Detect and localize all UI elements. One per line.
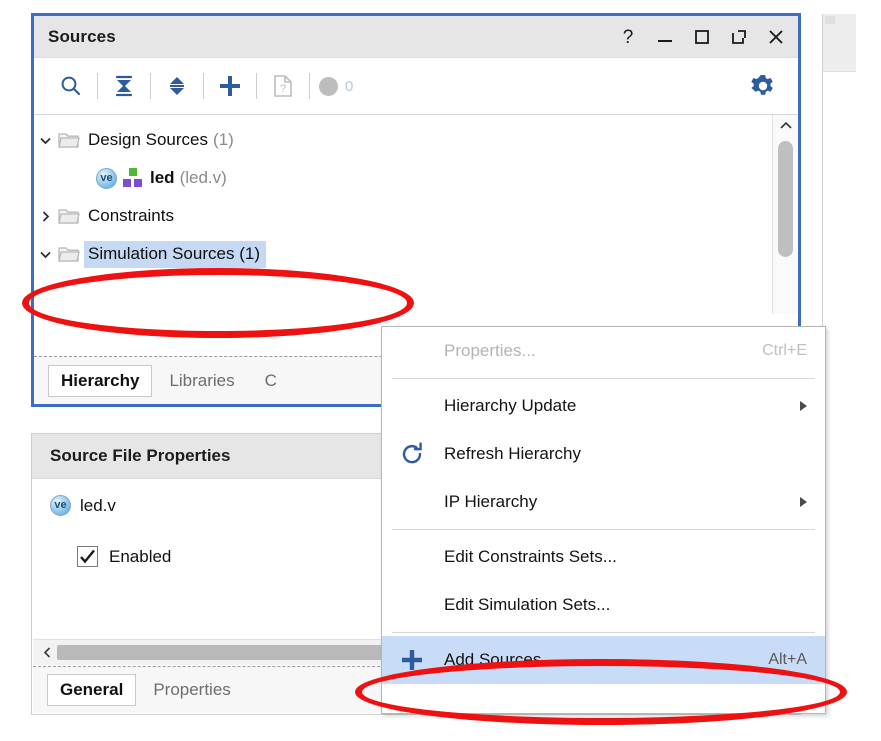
- menu-item-shortcut: Ctrl+E: [762, 342, 807, 360]
- menu-item-label: Hierarchy Update: [444, 396, 790, 416]
- menu-item-shortcut: Alt+A: [768, 651, 807, 669]
- menu-separator: [392, 378, 815, 379]
- tab-properties[interactable]: Properties: [140, 674, 243, 706]
- menu-separator: [392, 632, 815, 633]
- toolbar-separator: [256, 73, 257, 99]
- submenu-arrow-icon: [800, 497, 807, 507]
- plus-icon: [396, 644, 428, 676]
- enabled-checkbox[interactable]: [77, 546, 98, 567]
- sources-toolbar: ? 0: [34, 58, 798, 115]
- menu-item-refresh-hierarchy[interactable]: Refresh Hierarchy: [382, 430, 825, 478]
- menu-item-label: Properties...: [444, 341, 762, 361]
- tree-item-label: Simulation Sources: [88, 244, 234, 263]
- tree-item-led[interactable]: ve led (led.v): [34, 159, 798, 197]
- collapse-all-icon[interactable]: [105, 67, 143, 105]
- menu-item-edit-simulation-sets[interactable]: Edit Simulation Sets...: [382, 581, 825, 629]
- tree-item-label: Constraints: [88, 206, 174, 226]
- folder-icon: [56, 207, 82, 225]
- menu-item-label: Edit Constraints Sets...: [444, 547, 807, 567]
- context-menu: Properties... Ctrl+E Hierarchy Update Re…: [381, 326, 826, 714]
- tab-compile-order[interactable]: C: [252, 365, 290, 397]
- menu-item-label: Edit Simulation Sets...: [444, 595, 807, 615]
- tree-item-label: led: [150, 168, 175, 188]
- properties-title: Source File Properties: [50, 446, 230, 466]
- menu-item-label: IP Hierarchy: [444, 492, 790, 512]
- menu-item-edit-constraints-sets[interactable]: Edit Constraints Sets...: [382, 533, 825, 581]
- status-dot-icon: [319, 77, 338, 96]
- message-badge[interactable]: 0: [317, 77, 353, 96]
- tree-vertical-scrollbar[interactable]: [772, 115, 798, 314]
- close-icon[interactable]: [766, 26, 786, 48]
- menu-item-label: Refresh Hierarchy: [444, 444, 807, 464]
- tree-item-count: (1): [239, 244, 260, 263]
- tree-item-count: (1): [213, 130, 234, 150]
- menu-item-label: Add Sources...: [444, 650, 768, 670]
- search-icon[interactable]: [52, 67, 90, 105]
- tree-item-selected-label: Simulation Sources (1): [84, 241, 266, 268]
- folder-icon: [56, 245, 82, 263]
- adjacent-panel-sliver: [822, 14, 856, 328]
- adjacent-panel-titlebar: [823, 14, 856, 72]
- enabled-label: Enabled: [109, 547, 171, 567]
- gear-icon[interactable]: [744, 67, 782, 105]
- screenshot-root: Sources ?: [0, 0, 881, 741]
- adjacent-panel-tick: [825, 16, 835, 24]
- tree-item-constraints[interactable]: Constraints: [34, 197, 798, 235]
- verilog-file-icon: ve: [96, 168, 117, 189]
- menu-item-ip-hierarchy[interactable]: IP Hierarchy: [382, 478, 825, 526]
- scrollbar-thumb[interactable]: [778, 141, 793, 257]
- window-buttons: ?: [618, 26, 786, 48]
- folder-icon: [56, 131, 82, 149]
- minimize-icon[interactable]: [655, 26, 675, 48]
- expand-collapse-icon[interactable]: [158, 67, 196, 105]
- maximize-icon[interactable]: [692, 26, 712, 48]
- toolbar-separator: [97, 73, 98, 99]
- module-hierarchy-icon: [122, 168, 144, 188]
- tree-item-design-sources[interactable]: Design Sources (1): [34, 121, 798, 159]
- tab-general[interactable]: General: [47, 674, 136, 706]
- submenu-arrow-icon: [800, 401, 807, 411]
- scroll-left-icon[interactable]: [37, 646, 57, 659]
- tab-libraries[interactable]: Libraries: [156, 365, 247, 397]
- svg-text:?: ?: [623, 27, 634, 47]
- chevron-down-icon[interactable]: [34, 133, 56, 148]
- svg-text:?: ?: [280, 83, 286, 95]
- toolbar-separator: [150, 73, 151, 99]
- property-file-name: led.v: [80, 496, 116, 516]
- float-window-icon[interactable]: [729, 26, 749, 48]
- menu-item-add-sources[interactable]: Add Sources... Alt+A: [382, 636, 825, 684]
- tree-item-simulation-sources[interactable]: Simulation Sources (1): [34, 235, 798, 273]
- menu-separator: [392, 529, 815, 530]
- toolbar-separator: [309, 73, 310, 99]
- report-icon[interactable]: ?: [264, 67, 302, 105]
- tree-rows: Design Sources (1) ve led (led.v): [34, 115, 798, 273]
- chevron-right-icon[interactable]: [34, 209, 56, 224]
- menu-item-hierarchy-update[interactable]: Hierarchy Update: [382, 382, 825, 430]
- help-icon[interactable]: ?: [618, 26, 638, 48]
- tree-item-filename: (led.v): [180, 168, 227, 188]
- sources-tree: Design Sources (1) ve led (led.v): [34, 115, 798, 314]
- page-title: Sources: [48, 27, 116, 47]
- menu-item-properties[interactable]: Properties... Ctrl+E: [382, 327, 825, 375]
- tab-hierarchy[interactable]: Hierarchy: [48, 365, 152, 397]
- verilog-file-icon: ve: [50, 495, 71, 516]
- refresh-icon: [396, 438, 428, 470]
- tree-item-label: Design Sources: [88, 130, 208, 150]
- chevron-down-icon[interactable]: [34, 247, 56, 262]
- status-badge: 0: [345, 78, 353, 95]
- add-sources-icon[interactable]: [211, 67, 249, 105]
- toolbar-separator: [203, 73, 204, 99]
- sources-titlebar: Sources ?: [34, 16, 798, 58]
- scroll-up-icon[interactable]: [779, 115, 793, 137]
